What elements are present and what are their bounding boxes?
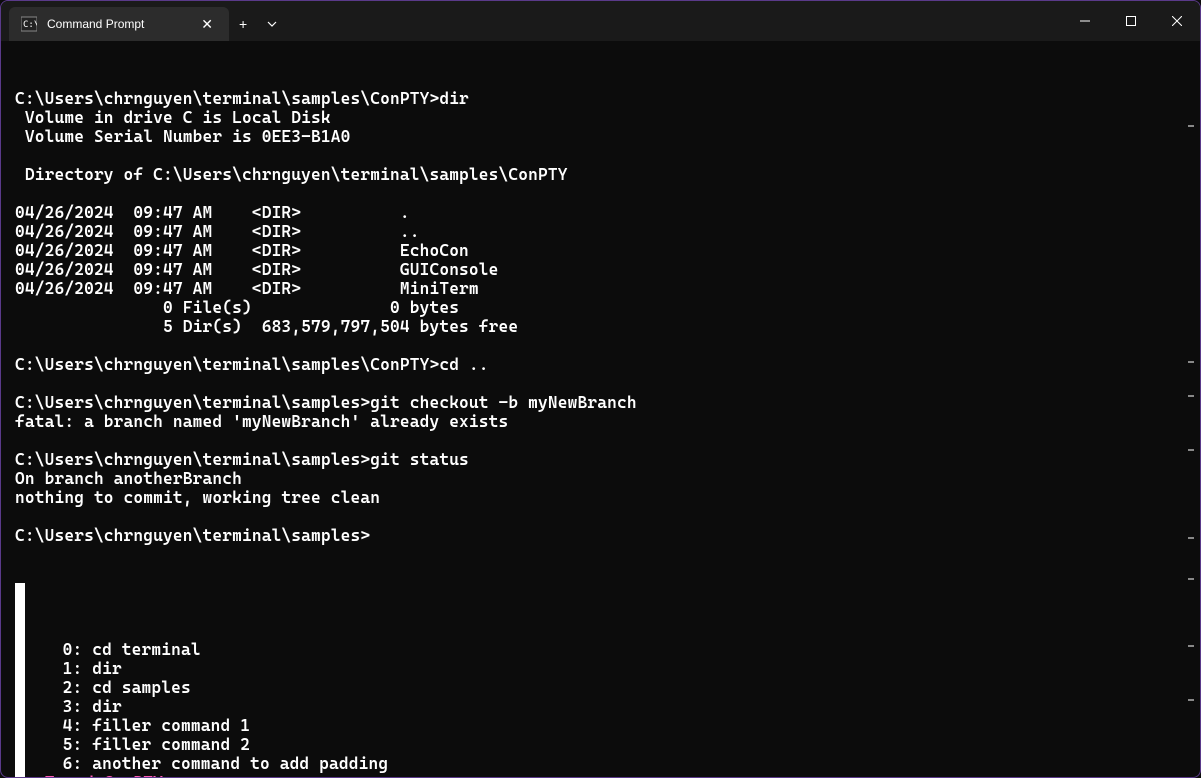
terminal-line: 5 Dir(s) 683,579,797,504 bytes free bbox=[15, 317, 1186, 336]
tab-title: Command Prompt bbox=[47, 17, 187, 31]
terminal-line bbox=[15, 336, 1186, 355]
terminal-line bbox=[15, 184, 1186, 203]
history-item[interactable]: 6: another command to add padding bbox=[15, 754, 1186, 773]
history-item[interactable]: 1: dir bbox=[15, 659, 1186, 678]
history-item[interactable]: 5: filler command 2 bbox=[15, 735, 1186, 754]
terminal-line: On branch anotherBranch bbox=[15, 469, 1186, 488]
tab-actions: + bbox=[229, 7, 287, 41]
terminal-line bbox=[15, 146, 1186, 165]
terminal-line: C:\Users\chrnguyen\terminal\samples>git … bbox=[15, 393, 1186, 412]
tab-command-prompt[interactable]: C:\ Command Prompt ✕ bbox=[9, 7, 229, 41]
terminal-output[interactable]: C:\Users\chrnguyen\terminal\samples\ConP… bbox=[1, 41, 1200, 777]
cmd-icon: C:\ bbox=[21, 16, 37, 32]
history-item[interactable]: 0: cd terminal bbox=[15, 640, 1186, 659]
history-item[interactable]: 3: dir bbox=[15, 697, 1186, 716]
terminal-line: C:\Users\chrnguyen\terminal\samples> bbox=[15, 526, 1186, 545]
terminal-line: 0 File(s) 0 bytes bbox=[15, 298, 1186, 317]
terminal-line: 04/26/2024 09:47 AM <DIR> MiniTerm bbox=[15, 279, 1186, 298]
terminal-line: fatal: a branch named 'myNewBranch' alre… bbox=[15, 412, 1186, 431]
terminal-line bbox=[15, 374, 1186, 393]
terminal-line: Directory of C:\Users\chrnguyen\terminal… bbox=[15, 165, 1186, 184]
minimize-button[interactable] bbox=[1062, 1, 1108, 41]
new-tab-button[interactable]: + bbox=[229, 7, 257, 41]
terminal-line: 04/26/2024 09:47 AM <DIR> EchoCon bbox=[15, 241, 1186, 260]
terminal-line: C:\Users\chrnguyen\terminal\samples\ConP… bbox=[15, 89, 1186, 108]
terminal-line: C:\Users\chrnguyen\terminal\samples>git … bbox=[15, 450, 1186, 469]
tab-dropdown-button[interactable] bbox=[257, 7, 287, 41]
terminal-line: C:\Users\chrnguyen\terminal\samples\ConP… bbox=[15, 355, 1186, 374]
svg-text:C:\: C:\ bbox=[23, 20, 37, 30]
window-controls bbox=[1062, 1, 1200, 41]
output-lines: C:\Users\chrnguyen\terminal\samples\ConP… bbox=[15, 89, 1186, 545]
terminal-line bbox=[15, 507, 1186, 526]
titlebar: C:\ Command Prompt ✕ + bbox=[1, 1, 1200, 41]
terminal-line: nothing to commit, working tree clean bbox=[15, 488, 1186, 507]
history-item[interactable]: ▸ 7: cd ConPTY bbox=[15, 773, 1186, 777]
terminal-line: Volume in drive C is Local Disk bbox=[15, 108, 1186, 127]
terminal-line: 04/26/2024 09:47 AM <DIR> GUIConsole bbox=[15, 260, 1186, 279]
terminal-line: 04/26/2024 09:47 AM <DIR> .. bbox=[15, 222, 1186, 241]
history-side-bar bbox=[15, 583, 25, 777]
terminal-line: 04/26/2024 09:47 AM <DIR> . bbox=[15, 203, 1186, 222]
history-item[interactable]: 2: cd samples bbox=[15, 678, 1186, 697]
scrollbar-marks bbox=[1188, 91, 1194, 767]
terminal-line: Volume Serial Number is 0EE3-B1A0 bbox=[15, 127, 1186, 146]
close-button[interactable] bbox=[1154, 1, 1200, 41]
history-menu[interactable]: 0: cd terminal 1: dir 2: cd samples 3: d… bbox=[15, 583, 1186, 777]
history-item[interactable]: 4: filler command 1 bbox=[15, 716, 1186, 735]
terminal-line bbox=[15, 431, 1186, 450]
maximize-button[interactable] bbox=[1108, 1, 1154, 41]
close-tab-button[interactable]: ✕ bbox=[197, 14, 217, 35]
